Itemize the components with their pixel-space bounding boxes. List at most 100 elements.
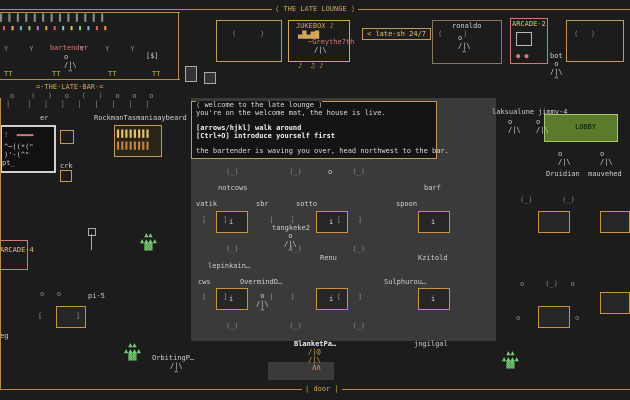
- table[interactable]: i: [418, 288, 450, 310]
- game-board-text: )'-(^": [4, 151, 30, 159]
- avatar[interactable]: o /|\: [600, 150, 613, 166]
- table-item: i: [431, 218, 436, 226]
- chair-row: (_) (_) (_): [226, 168, 366, 176]
- avatar-name[interactable]: OrbitingP…: [152, 354, 194, 362]
- bar-area: ▌ ▌ ▌ ▌ ▌ ▌ ▌ ▌ ▌ ▌ ▌ ▌ ▌ ▮ ▮ ▮ ▮ ▮ ▮ ▮ …: [0, 12, 180, 92]
- lamp-pole: [91, 234, 92, 250]
- avatar-name[interactable]: cws: [198, 278, 211, 286]
- jukebox-player[interactable]: ~Greythe7th: [308, 38, 354, 46]
- session-label: late-sh 24/7: [375, 30, 427, 38]
- avatar-name[interactable]: eg: [0, 332, 8, 340]
- lobby-sign[interactable]: LOBBY: [544, 114, 618, 142]
- table[interactable]: [600, 211, 630, 233]
- avatar[interactable]: o /|\: [536, 118, 549, 134]
- bar-tap: TT: [108, 70, 117, 78]
- game-board-text: ^~((*(": [4, 143, 34, 151]
- chair-row: o (_) o: [520, 280, 575, 288]
- doormat: [268, 362, 334, 380]
- avatar-name[interactable]: er: [40, 114, 48, 122]
- table[interactable]: [600, 292, 630, 314]
- books: ▌▌▌▌▌▌▌▌: [117, 130, 151, 138]
- arcade-machine[interactable]: [0, 240, 28, 270]
- avatar-name[interactable]: spoon: [396, 200, 417, 208]
- avatar-name[interactable]: OvermindD…: [240, 278, 282, 286]
- avatar-name[interactable]: Kzitold: [418, 254, 448, 262]
- books: ▌▌▌▌▌▌▌▌: [117, 142, 151, 150]
- game-board[interactable]: ! ▬▬▬▬ ^~((*(" )'-(^" pt_: [0, 125, 56, 173]
- chair-row: [ ]: [38, 312, 81, 320]
- door[interactable]: | door |: [302, 385, 342, 393]
- avatar-name[interactable]: tangkeke2: [272, 224, 310, 232]
- chair-row: | | | | | | | | |: [6, 100, 150, 108]
- bar-bottle-colors: ▮ ▮ ▮ ▮ ▮ ▮ ▮ ▮ ▮ ▮ ▮ ▮ ▮: [2, 24, 108, 32]
- bar-tap: TT: [52, 70, 61, 78]
- avatar[interactable]: o /|\: [558, 150, 571, 166]
- avatar[interactable]: /|\ ^: [170, 362, 183, 378]
- chat-panel: ⟨ welcome to the late lounge ⟩ you're on…: [191, 101, 449, 159]
- chair-row: [ ] [ ] [ ]: [202, 293, 363, 301]
- bookshelf[interactable]: ▌▌▌▌▌▌▌▌ ▌▌▌▌▌▌▌▌: [114, 125, 162, 157]
- booth-seat: ): [260, 30, 265, 38]
- page-title: ⟨ THE LATE LOUNGE ⟩: [272, 5, 359, 13]
- avatar-name[interactable]: barf: [424, 184, 441, 192]
- arcade-screen: [516, 32, 532, 46]
- lobby-label: LOBBY: [575, 123, 597, 131]
- screen-icon[interactable]: [185, 66, 197, 82]
- left-wall: [0, 98, 1, 390]
- chat-line: [arrows/hjkl] walk around: [196, 124, 302, 132]
- chair-row: (_) (_) (_): [226, 322, 366, 330]
- avatar-name[interactable]: notcows: [218, 184, 248, 192]
- avatar-name[interactable]: sbr: [256, 200, 269, 208]
- chair-row: (_) (_): [520, 196, 575, 204]
- avatar-name[interactable]: mauvehed: [588, 170, 622, 178]
- chair-row: o ( ) o ( ) o o o: [10, 92, 154, 100]
- chair-row: [ ] [ ] [ ]: [202, 216, 363, 224]
- avatar-name[interactable]: Sulphurou…: [384, 278, 426, 286]
- table-item: i: [431, 295, 436, 303]
- jukebox-player-avatar[interactable]: /|\: [314, 46, 327, 54]
- avatar[interactable]: o /|\ ^: [550, 60, 563, 84]
- avatar-name[interactable]: jngilgal: [414, 340, 448, 348]
- jukebox-label: JUKEBOX ♪: [296, 22, 334, 30]
- arcade-label: ARCADE-4: [0, 246, 34, 254]
- bar-tap: TT: [152, 70, 161, 78]
- chair-row: (_) (_) (_): [226, 245, 366, 253]
- bar-price: [$]: [146, 52, 159, 60]
- avatar-name[interactable]: Druidian: [546, 170, 580, 178]
- avatar-name[interactable]: Renu: [320, 254, 337, 262]
- player-avatar[interactable]: /|@ /|\ ΛΛ: [308, 348, 321, 372]
- booth-seat: (: [232, 30, 237, 38]
- table[interactable]: i: [418, 211, 450, 233]
- avatar-name[interactable]: crk: [60, 162, 73, 170]
- avatar-name[interactable]: vatik: [196, 200, 217, 208]
- screen-icon[interactable]: [204, 72, 216, 84]
- booth: [566, 20, 624, 62]
- avatar-name[interactable]: sotto: [296, 200, 317, 208]
- side-table: [60, 130, 74, 144]
- avatar-name[interactable]: lepinkain…: [208, 262, 250, 270]
- chat-line: you're on the welcome mat, the house is …: [196, 109, 386, 117]
- avatar[interactable]: o /|\: [508, 118, 521, 134]
- avatar-name[interactable]: pt_: [2, 159, 15, 167]
- bartender-name[interactable]: bartender: [50, 44, 88, 52]
- avatar-name[interactable]: bot: [550, 52, 563, 60]
- side-table: [60, 170, 72, 182]
- avatar-name[interactable]: BlanketPa…: [294, 340, 336, 348]
- avatar-name[interactable]: laksualune: [492, 108, 534, 116]
- music-notes: ♪ ♫ ♪: [298, 62, 324, 70]
- lounge-map: ⟨ THE LATE LOUNGE ⟩ | door | ▌ ▌ ▌ ▌ ▌ ▌…: [0, 0, 630, 400]
- session-button[interactable]: < late-sh 24/7: [362, 28, 432, 40]
- table[interactable]: [538, 211, 570, 233]
- bartender-avatar[interactable]: o /|\ ^: [64, 53, 77, 77]
- avatar-name[interactable]: pi-5: [88, 292, 105, 300]
- plant-icon: ▲▲ ▲▲▲▲ ▓▓: [140, 231, 157, 251]
- booth: [432, 20, 502, 64]
- arcade-label: ARCADE-2: [512, 20, 546, 28]
- game-board-text: ! ▬▬▬▬: [4, 131, 34, 139]
- chat-line: [Ctrl+O] introduce yourself first: [196, 132, 336, 140]
- arcade-buttons[interactable]: ● ●: [516, 52, 529, 60]
- plant-icon: ▲▲ ▲▲▲▲ ▓▓: [124, 341, 141, 361]
- door-label: door: [313, 385, 331, 393]
- plant-icon: ▲▲ ▲▲▲▲ ▓▓: [502, 349, 519, 369]
- chat-line: the bartender is waving you over, head n…: [196, 147, 449, 155]
